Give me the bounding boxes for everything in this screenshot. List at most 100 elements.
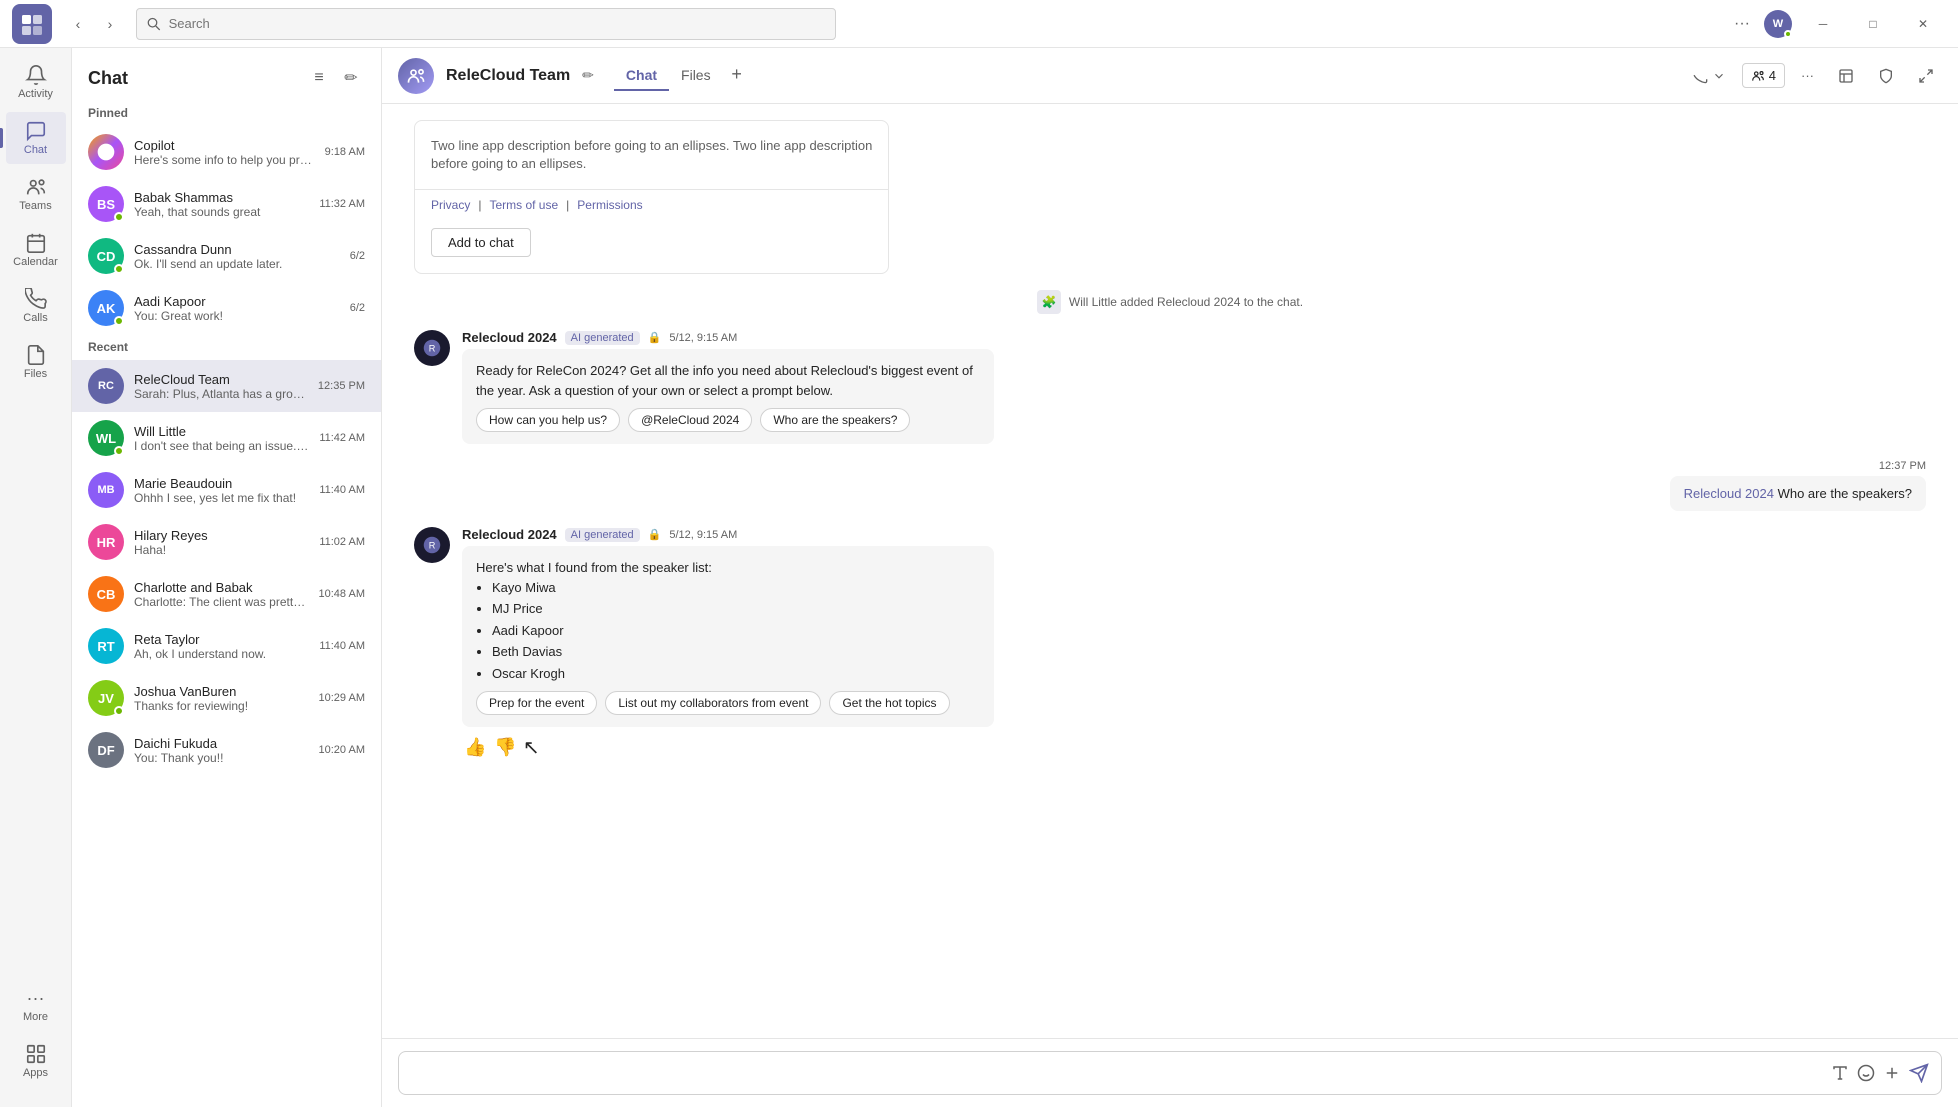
maximize-button[interactable]: □ [1850,8,1896,40]
sidebar-item-more[interactable]: ··· More [6,980,66,1031]
apps-label: Apps [23,1067,48,1079]
chip-relecloud[interactable]: @ReleCloud 2024 [628,408,752,432]
reaction-bar: 👍 👎 ↖ [462,735,994,760]
chat-item-charlotte[interactable]: CB Charlotte and Babak Charlotte: The cl… [72,568,381,620]
chat-item-joshua[interactable]: JV Joshua VanBuren Thanks for reviewing!… [72,672,381,724]
bot-avatar-2: R [414,527,450,563]
format-button[interactable] [1831,1064,1849,1082]
close-button[interactable]: ✕ [1900,8,1946,40]
daichi-info: Daichi Fukuda You: Thank you!! [134,736,309,765]
relecloud-preview: Sarah: Plus, Atlanta has a growing tech … [134,387,308,401]
sidebar-item-chat[interactable]: Chat [6,112,66,164]
online-dot [114,212,124,222]
minimize-button[interactable]: ─ [1800,8,1846,40]
thumbs-up-button[interactable]: 👍 [462,735,488,760]
bot-msg-1-header: Relecloud 2024 AI generated 🔒 5/12, 9:15… [462,330,994,345]
chat-icon [25,120,47,142]
participants-button[interactable]: 4 [1742,63,1785,88]
sidebar-item-calls[interactable]: Calls [6,280,66,332]
participants-count: 4 [1769,68,1776,83]
edit-icon-btn[interactable] [1830,64,1862,88]
files-label: Files [24,368,47,380]
shield-btn[interactable] [1870,64,1902,88]
babak-name: Babak Shammas [134,190,309,205]
chat-item-marie[interactable]: MB Marie Beaudouin Ohhh I see, yes let m… [72,464,381,516]
main-layout: Activity Chat Teams Calendar Calls Files… [0,48,1958,1107]
user-avatar[interactable]: W [1764,10,1792,38]
chat-item-hilary[interactable]: HR Hilary Reyes Haha! 11:02 AM [72,516,381,568]
new-chat-button[interactable]: ✏ [337,64,365,92]
hilary-name: Hilary Reyes [134,528,309,543]
send-icon [1909,1063,1929,1083]
charlotte-name: Charlotte and Babak [134,580,309,595]
sidebar-item-teams[interactable]: Teams [6,168,66,220]
terms-link[interactable]: Terms of use [489,198,558,212]
permissions-link[interactable]: Permissions [577,198,642,212]
bot-bubble-2: Here's what I found from the speaker lis… [462,546,994,727]
daichi-preview: You: Thank you!! [134,751,309,765]
chat-item-daichi[interactable]: DF Daichi Fukuda You: Thank you!! 10:20 … [72,724,381,776]
chat-item-will[interactable]: WL Will Little I don't see that being an… [72,412,381,464]
window-controls: ─ □ ✕ [1800,8,1946,40]
thumbs-down-button[interactable]: 👎 [492,735,518,760]
chat-item-cassandra[interactable]: CD Cassandra Dunn Ok. I'll send an updat… [72,230,381,282]
apps-icon [25,1043,47,1065]
speaker-1: Kayo Miwa [492,578,980,598]
babak-avatar: BS [88,186,124,222]
more-button[interactable]: ··· [1728,10,1756,38]
sidebar-item-calendar[interactable]: Calendar [6,224,66,276]
expand-btn[interactable] [1910,64,1942,88]
chat-item-copilot[interactable]: Copilot Here's some info to help you pre… [72,126,381,178]
chat-list-header: Chat ≡ ✏ [72,48,381,100]
sidebar-item-files[interactable]: Files [6,336,66,388]
charlotte-preview: Charlotte: The client was pretty happy w… [134,595,309,609]
chip-speakers[interactable]: Who are the speakers? [760,408,910,432]
aadi-avatar: AK [88,290,124,326]
speaker-3: Aadi Kapoor [492,621,980,641]
chat-header-avatar [398,58,434,94]
search-bar[interactable] [136,8,836,40]
calendar-icon [25,232,47,254]
bot-name-2: Relecloud 2024 [462,527,557,542]
tab-files[interactable]: Files [669,61,723,91]
ai-badge-1: AI generated [565,331,640,345]
chip-prep[interactable]: Prep for the event [476,691,597,715]
add-to-chat-button[interactable]: Add to chat [431,228,531,257]
cursor-indicator: ↖ [523,735,540,760]
relecloud-name: ReleCloud Team [134,372,308,387]
chip-topics[interactable]: Get the hot topics [829,691,949,715]
chat-item-reta[interactable]: RT Reta Taylor Ah, ok I understand now. … [72,620,381,672]
chat-item-aadi[interactable]: AK Aadi Kapoor You: Great work! 6/2 [72,282,381,334]
call-button[interactable] [1684,64,1734,88]
bot-icon-1: R [421,337,443,359]
chat-item-relecloud[interactable]: RC ReleCloud Team Sarah: Plus, Atlanta h… [72,360,381,412]
more-options-button[interactable]: ··· [1793,64,1822,87]
privacy-link[interactable]: Privacy [431,198,470,212]
message-input[interactable] [411,1066,1823,1081]
forward-button[interactable]: › [96,10,124,38]
chat-list-actions: ≡ ✏ [305,64,365,92]
sidebar-item-apps[interactable]: Apps [6,1035,66,1087]
sidebar-item-activity[interactable]: Activity [6,56,66,108]
attach-button[interactable] [1883,1064,1901,1082]
chat-item-babak[interactable]: BS Babak Shammas Yeah, that sounds great… [72,178,381,230]
add-tab-button[interactable]: + [723,61,751,89]
filter-button[interactable]: ≡ [305,64,333,92]
teams-icon [25,176,47,198]
chat-tabs: Chat Files + [614,61,751,91]
tab-chat[interactable]: Chat [614,61,669,91]
back-button[interactable]: ‹ [64,10,92,38]
chip-collaborators[interactable]: List out my collaborators from event [605,691,821,715]
emoji-button[interactable] [1857,1064,1875,1082]
chat-label: Chat [24,144,47,156]
shield-icon [1878,68,1894,84]
marie-preview: Ohhh I see, yes let me fix that! [134,491,309,505]
search-input[interactable] [169,16,825,31]
chip-help[interactable]: How can you help us? [476,408,620,432]
send-button[interactable] [1909,1063,1929,1083]
aadi-preview: You: Great work! [134,309,340,323]
bot-text-1: Ready for ReleCon 2024? Get all the info… [476,361,980,400]
joshua-avatar: JV [88,680,124,716]
edit-name-icon[interactable]: ✏ [582,67,594,84]
chat-header-right: 4 ··· [1684,63,1942,88]
